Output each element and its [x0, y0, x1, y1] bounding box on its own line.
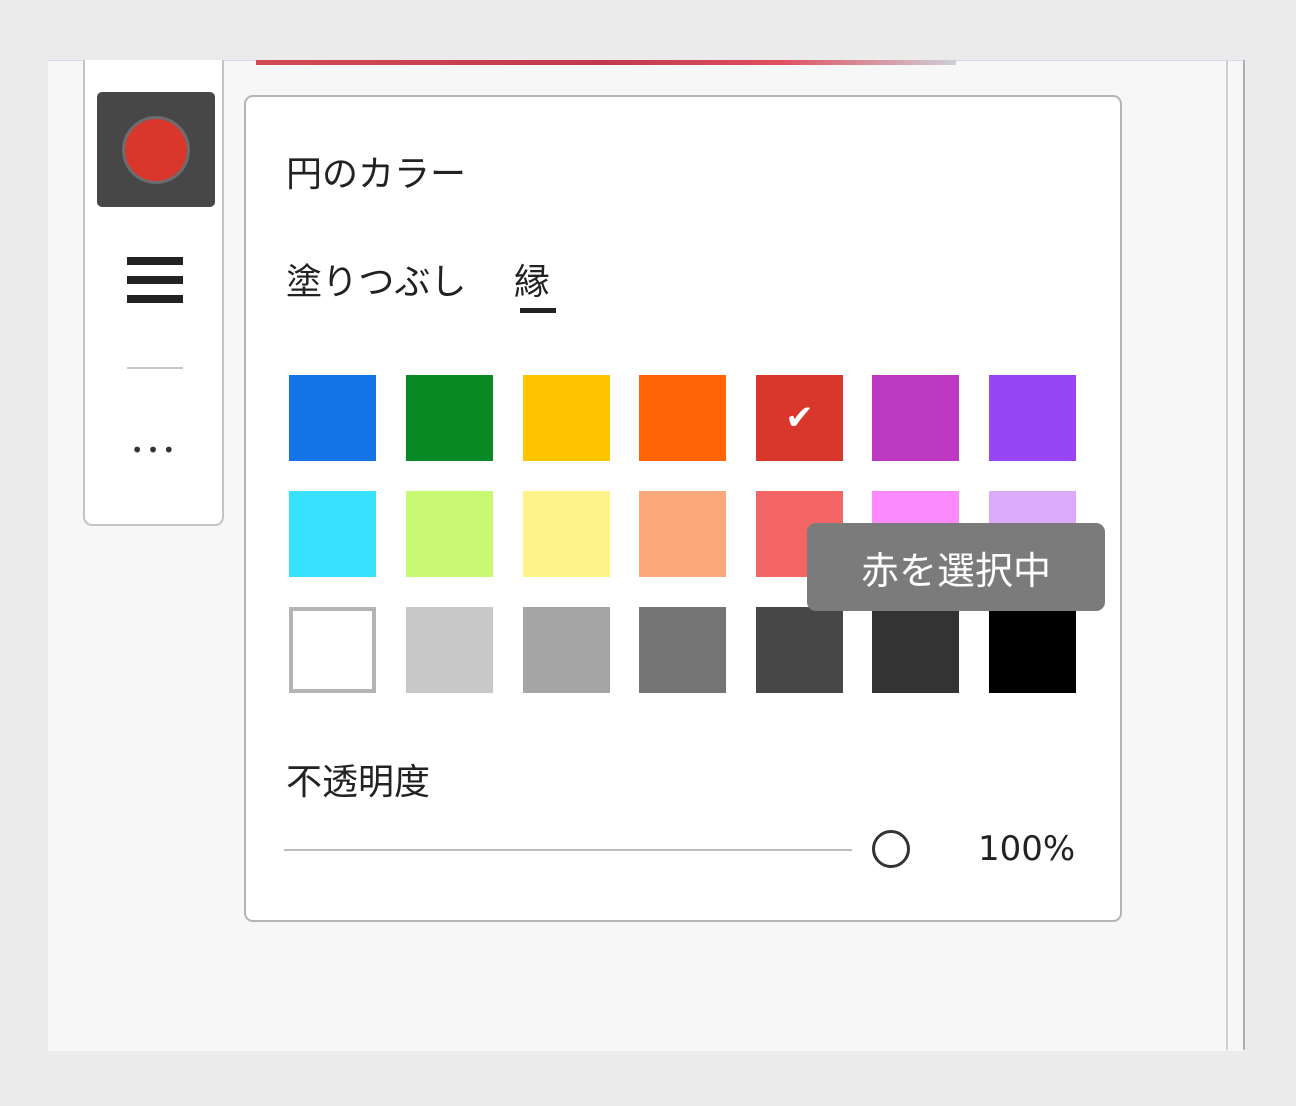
window-edge-outer: [1243, 60, 1245, 1050]
tooltip: 赤を選択中: [807, 523, 1105, 611]
panel-title: 円のカラー: [286, 154, 467, 195]
tab-fill[interactable]: 塗りつぶし: [286, 253, 466, 305]
swatch-purple[interactable]: [989, 375, 1076, 461]
swatch-dark-gray[interactable]: [756, 607, 843, 693]
color-panel: 円のカラー 塗りつぶし 縁 ✔ 不透明度 100%: [244, 95, 1122, 922]
swatch-magenta[interactable]: [872, 375, 959, 461]
opacity-slider-track[interactable]: [284, 849, 852, 851]
active-tab-indicator: [520, 308, 556, 313]
canvas-edge: [256, 60, 956, 65]
swatch-light-green[interactable]: [406, 491, 493, 577]
toolbar-divider: [127, 367, 183, 369]
shape-toolbar: •••: [83, 60, 224, 526]
opacity-slider-thumb[interactable]: [872, 830, 910, 868]
swatch-light-gray[interactable]: [406, 607, 493, 693]
stroke-weight-icon[interactable]: [127, 257, 183, 303]
tab-border[interactable]: 縁: [514, 253, 550, 305]
swatch-yellow[interactable]: [523, 375, 610, 461]
swatch-light-blue[interactable]: [289, 491, 376, 577]
swatch-red[interactable]: ✔: [756, 375, 843, 461]
checkmark-icon: ✔: [785, 398, 814, 438]
swatch-mid-gray[interactable]: [639, 607, 726, 693]
opacity-value: 100%: [978, 829, 1076, 869]
swatch-green[interactable]: [406, 375, 493, 461]
swatch-light-orange[interactable]: [639, 491, 726, 577]
more-options-button[interactable]: •••: [125, 438, 185, 462]
swatch-blue[interactable]: [289, 375, 376, 461]
shape-color-button[interactable]: [97, 92, 215, 207]
swatch-gray[interactable]: [523, 607, 610, 693]
filled-circle-icon: [125, 118, 187, 181]
swatch-light-yellow[interactable]: [523, 491, 610, 577]
swatch-black[interactable]: [989, 607, 1076, 693]
opacity-label: 不透明度: [286, 762, 431, 803]
window-edge: [1226, 60, 1228, 1050]
swatch-white[interactable]: [289, 607, 376, 693]
swatch-darker-gray[interactable]: [872, 607, 959, 693]
swatch-orange[interactable]: [639, 375, 726, 461]
